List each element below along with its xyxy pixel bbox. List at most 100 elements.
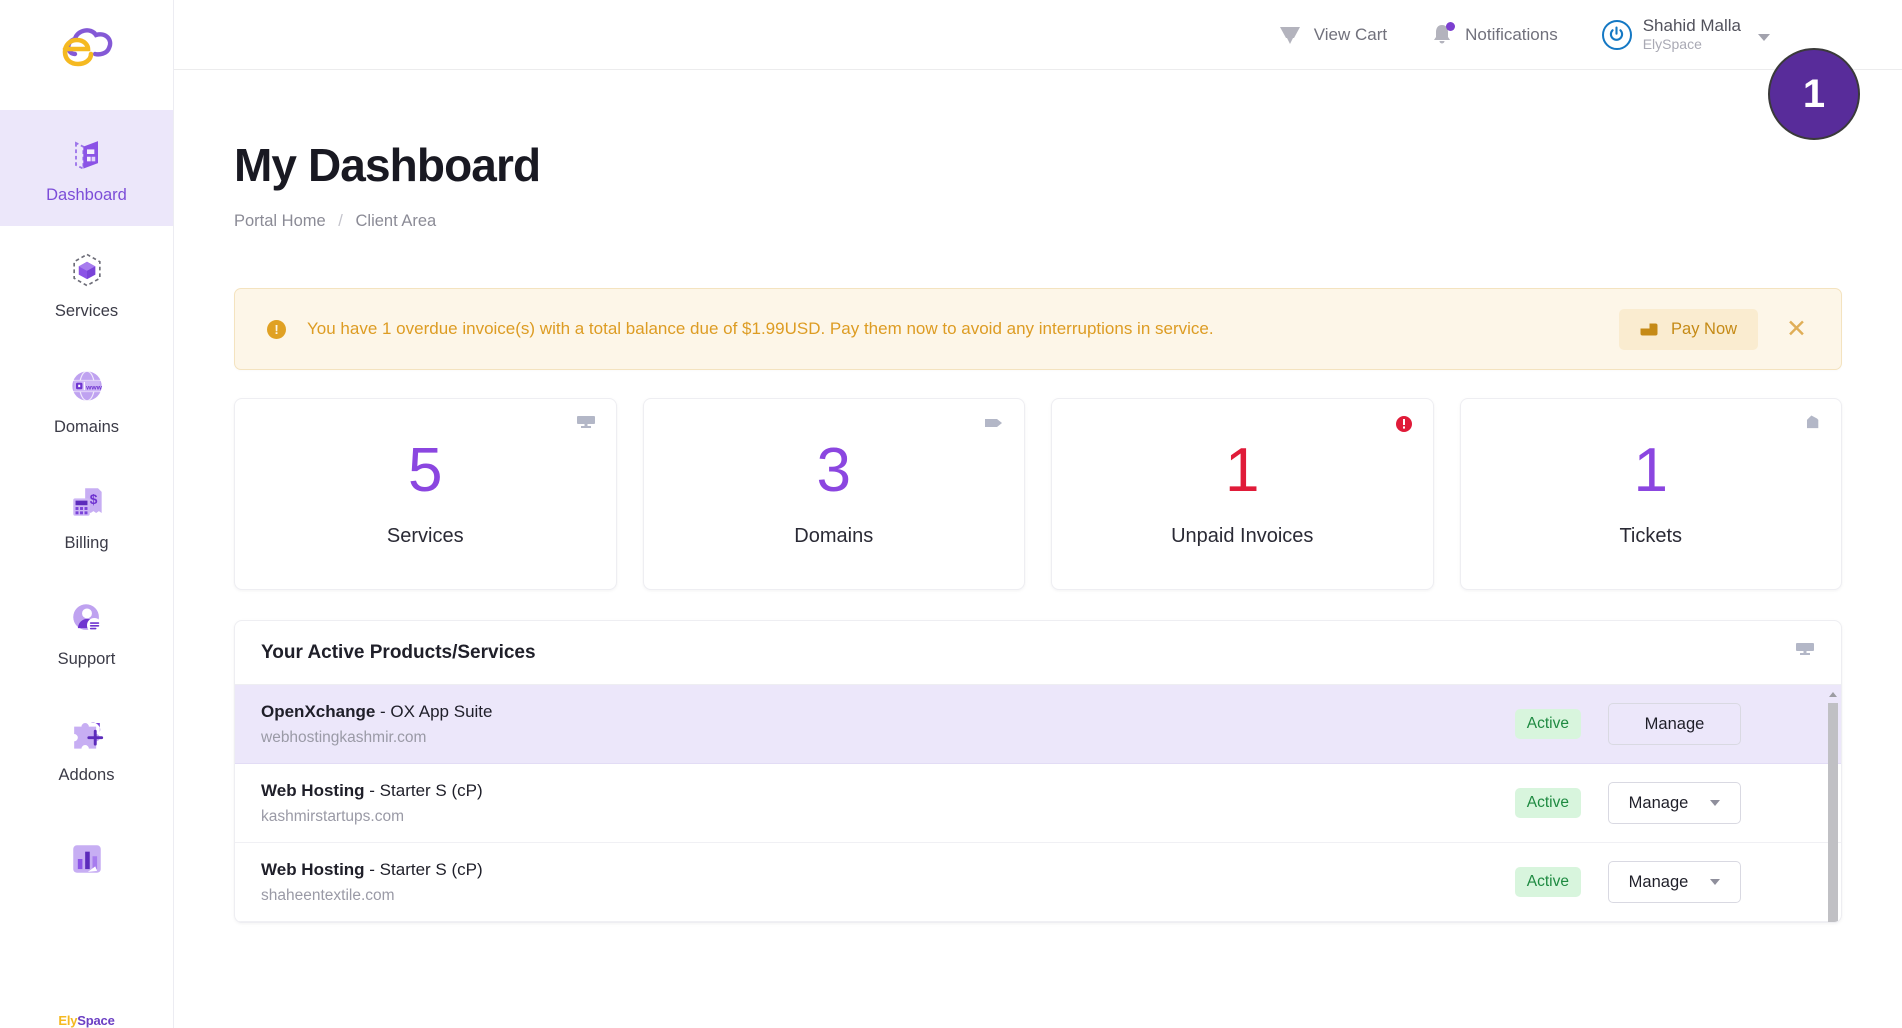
chevron-down-icon (1710, 879, 1721, 885)
view-cart-label: View Cart (1313, 24, 1388, 44)
stat-card-unpaid-invoices[interactable]: 1 Unpaid Invoices (1051, 398, 1434, 590)
panel-header: Your Active Products/Services (235, 621, 1841, 685)
table-row[interactable]: Web Hosting - Starter S (cP) kashmirstar… (235, 764, 1841, 843)
dashboard-icon (74, 140, 98, 170)
power-glyph-icon (1610, 26, 1624, 41)
stat-label: Services (386, 525, 464, 547)
overdue-invoice-alert: ! You have 1 overdue invoice(s) with a t… (234, 288, 1842, 370)
services-list-scrollbar[interactable] (1828, 689, 1838, 922)
breadcrumb-item-client-area[interactable]: Client Area (355, 212, 436, 230)
app-root: ElySpace Dashboard Services www Domains … (0, 0, 1902, 1028)
cart-icon (1279, 26, 1300, 44)
sidebar-item-label: Billing (64, 533, 109, 552)
monitor-icon[interactable] (1795, 642, 1815, 663)
sidebar-item-services[interactable]: Services (0, 226, 173, 342)
sidebar-item-domains[interactable]: www Domains (0, 342, 173, 458)
bell-icon (1431, 21, 1456, 47)
status-badge: Active (1514, 867, 1581, 897)
notifications-button[interactable]: Notifications (1409, 0, 1580, 70)
page-title: My Dashboard (234, 139, 541, 191)
power-avatar-icon (1601, 19, 1632, 50)
service-product: OpenXchange (261, 701, 376, 721)
breadcrumb-separator: / (338, 212, 343, 230)
stat-card-domains[interactable]: 3 Domains (642, 398, 1025, 590)
service-plan: - Starter S (cP) (364, 780, 483, 800)
scrollbar-thumb[interactable] (1828, 703, 1838, 922)
active-services-panel: Your Active Products/Services OpenXchang… (234, 620, 1842, 923)
breadcrumb: Portal Home / Client Area (234, 212, 1842, 231)
svg-text:$: $ (89, 491, 97, 506)
domains-globe-icon: www (71, 370, 103, 401)
sidebar-item-label: Support (57, 649, 116, 668)
tag-glyph-icon (985, 419, 1002, 427)
billing-invoice-icon: $ (72, 487, 102, 516)
page-content: My Dashboard Portal Home / Client Area !… (174, 138, 1902, 923)
support-agent-icon (72, 603, 102, 633)
stat-value: 1 (1225, 436, 1260, 505)
step-badge-number: 1 (1802, 71, 1826, 116)
service-domain: kashmirstartups.com (261, 807, 404, 825)
stat-card-tickets[interactable]: 1 Tickets (1459, 398, 1842, 590)
sidebar-item-label: Services (54, 301, 119, 320)
manage-button[interactable]: Manage (1608, 861, 1741, 903)
service-domain: shaheentextile.com (261, 886, 395, 904)
service-name: Web Hosting - Starter S (cP) (261, 781, 1515, 801)
user-name: Shahid Malla (1642, 15, 1741, 35)
alert-circle-glyph-icon (1395, 416, 1412, 432)
service-name: OpenXchange - OX App Suite (261, 702, 1515, 722)
chevron-down-icon (1710, 800, 1721, 806)
sidebar-item-dashboard[interactable]: Dashboard (0, 110, 173, 226)
stat-card-services[interactable]: 5 Services (234, 398, 617, 590)
brand-name-part2: Space (77, 1013, 115, 1028)
service-domain: webhostingkashmir.com (261, 728, 427, 746)
wallet-icon (1640, 323, 1658, 335)
ticket-tag-glyph-icon (1806, 415, 1819, 429)
sidebar-item-addons[interactable]: Addons (0, 690, 173, 806)
stat-label: Domains (794, 525, 874, 547)
sidebar-item-support[interactable]: Support (0, 574, 173, 690)
view-cart-button[interactable]: View Cart (1256, 0, 1409, 70)
panel-title: Your Active Products/Services (261, 641, 536, 663)
close-icon[interactable]: ✕ (1778, 313, 1815, 346)
manage-button[interactable]: Manage (1608, 703, 1741, 745)
manage-button[interactable]: Manage (1608, 782, 1741, 824)
status-badge: Active (1514, 788, 1581, 818)
sidebar-item-affiliates[interactable] (0, 806, 173, 922)
stat-value: 5 (408, 436, 443, 505)
service-plan: - OX App Suite (375, 701, 493, 721)
alert-circle-icon (1395, 415, 1413, 438)
pay-now-label: Pay Now (1671, 319, 1738, 338)
notification-dot (1446, 21, 1456, 31)
table-row[interactable]: Web Hosting - Starter S (cP) shaheentext… (235, 843, 1841, 922)
sidebar-item-label: Dashboard (46, 185, 127, 204)
brand-logo[interactable]: ElySpace (0, 0, 173, 1028)
stat-label: Unpaid Invoices (1171, 525, 1314, 547)
service-product: Web Hosting (261, 780, 365, 800)
sidebar-item-label: Domains (53, 417, 120, 436)
alert-message: You have 1 overdue invoice(s) with a tot… (307, 319, 1214, 338)
chevron-down-icon[interactable] (1758, 34, 1770, 41)
brand-name-part1: Ely (58, 1013, 78, 1028)
affiliates-chart-icon (72, 845, 101, 873)
cloud-e-logo-icon (62, 28, 112, 67)
main-area: View Cart Notifications Shahid Malla Ely… (174, 0, 1902, 1028)
monitor-glyph-icon (1796, 643, 1814, 655)
pay-now-button[interactable]: Pay Now (1619, 308, 1759, 350)
sidebar-item-billing[interactable]: $ Billing (0, 458, 173, 574)
exclamation-circle-icon: ! (267, 319, 286, 339)
service-product: Web Hosting (261, 859, 365, 879)
breadcrumb-item-portal-home[interactable]: Portal Home (234, 212, 326, 230)
stat-cards: 5 Services 3 Domains 1 Unpaid Invoices 1… (234, 398, 1842, 590)
stat-value: 3 (816, 436, 851, 505)
manage-label: Manage (1644, 714, 1705, 733)
table-row[interactable]: OpenXchange - OX App Suite webhostingkas… (235, 685, 1841, 764)
topbar: View Cart Notifications Shahid Malla Ely… (174, 0, 1902, 70)
user-menu[interactable]: Shahid Malla ElySpace (1580, 0, 1784, 70)
monitor-glyph-icon (576, 416, 595, 428)
addons-puzzle-icon (73, 722, 103, 749)
stat-label: Tickets (1619, 525, 1683, 547)
svg-text:www: www (85, 384, 103, 391)
scroll-up-arrow-icon[interactable] (1829, 689, 1837, 697)
sidebar: ElySpace Dashboard Services www Domains … (0, 0, 174, 1028)
monitor-icon (576, 415, 596, 436)
